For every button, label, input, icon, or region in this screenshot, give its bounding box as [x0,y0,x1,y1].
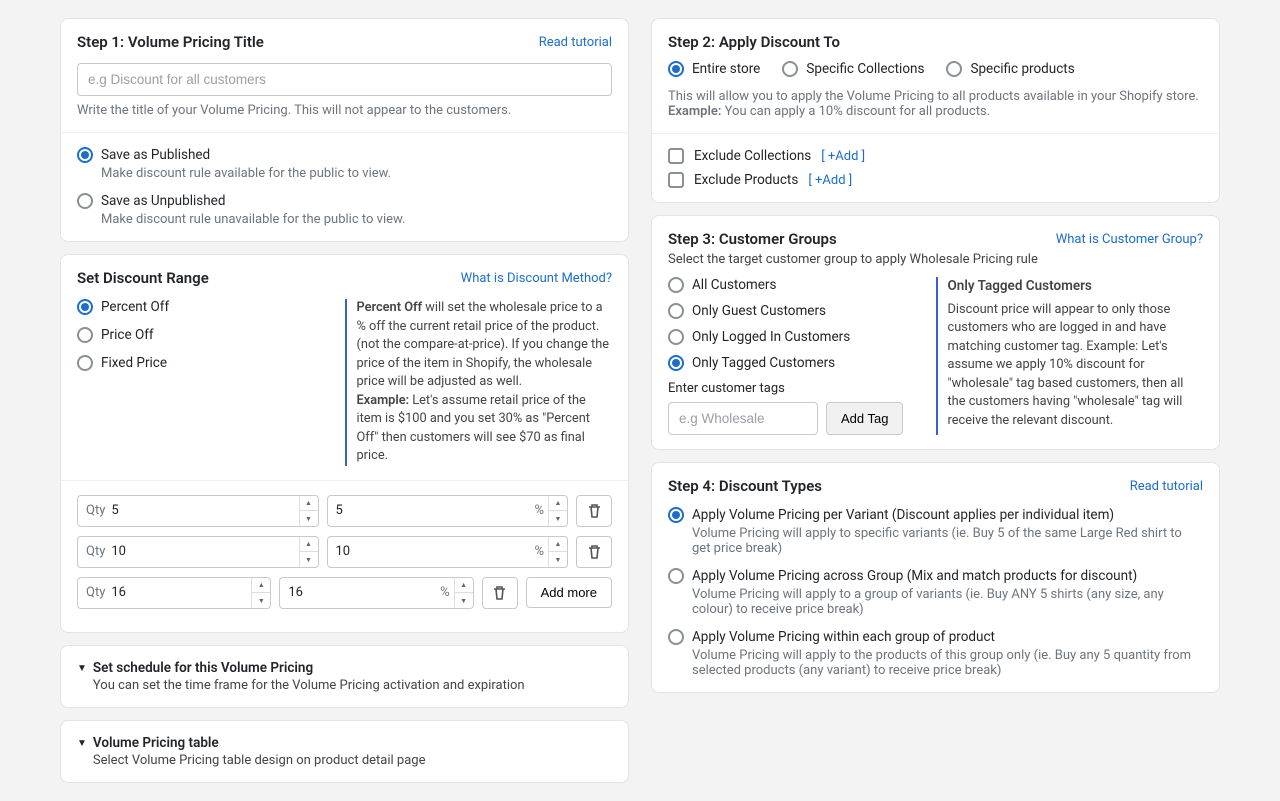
qty-input[interactable]: Qty5▲▼ [77,495,319,527]
step2-card: Step 2: Apply Discount To Entire store S… [651,18,1220,203]
tagged-customers-callout: Only Tagged Customers Discount price wil… [936,277,1204,435]
discount-range-title: Set Discount Range [77,269,209,287]
add-product-link[interactable]: [ +Add ] [808,173,852,188]
logged-in-customers-radio[interactable]: Only Logged In Customers [668,329,924,345]
delete-row-button[interactable] [576,536,612,568]
entire-store-radio[interactable]: Entire store [668,61,760,77]
caret-down-icon: ▼ [77,663,87,674]
radio-icon [668,329,684,345]
radio-icon [77,193,93,209]
delete-row-button[interactable] [482,577,518,609]
qty-row: Qty5▲▼ 5%▲▼ [77,495,612,527]
save-published-radio[interactable]: Save as Published [77,147,612,163]
add-collection-link[interactable]: [ +Add ] [821,149,865,164]
radio-icon [668,303,684,319]
spinner-icon[interactable]: ▲▼ [299,537,318,567]
step4-card: Step 4: Discount Types Read tutorial App… [651,462,1220,693]
volume-pricing-title-input[interactable] [77,63,612,96]
read-tutorial-link[interactable]: Read tutorial [539,35,612,50]
fixed-price-radio[interactable]: Fixed Price [77,355,333,371]
qty-row: Qty10▲▼ 10%▲▼ [77,536,612,568]
add-more-button[interactable]: Add more [526,577,612,608]
discount-method-link[interactable]: What is Discount Method? [461,271,612,286]
specific-products-radio[interactable]: Specific products [946,61,1074,77]
step1-title: Step 1: Volume Pricing Title [77,33,264,51]
exclude-products-checkbox[interactable] [668,172,684,188]
schedule-accordion[interactable]: ▼ Set schedule for this Volume Pricing Y… [60,645,629,708]
tag-label: Enter customer tags [668,381,924,396]
spinner-icon[interactable]: ▲▼ [299,496,318,526]
delete-row-button[interactable] [576,495,612,527]
radio-icon [668,507,684,523]
value-input[interactable]: 5%▲▼ [327,495,569,527]
step3-card: Step 3: Customer Groups What is Customer… [651,215,1220,450]
qty-input[interactable]: Qty16▲▼ [77,577,271,609]
step1-card: Step 1: Volume Pricing Title Read tutori… [60,18,629,242]
step2-title: Step 2: Apply Discount To [668,33,1203,51]
step1-help: Write the title of your Volume Pricing. … [77,103,612,118]
specific-collections-radio[interactable]: Specific Collections [782,61,924,77]
all-customers-radio[interactable]: All Customers [668,277,924,293]
trash-icon [587,503,602,518]
value-input[interactable]: 16%▲▼ [279,577,473,609]
value-input[interactable]: 10%▲▼ [327,536,569,568]
trash-icon [587,544,602,559]
percent-off-radio[interactable]: Percent Off [77,299,333,315]
radio-icon [782,61,798,77]
radio-icon [668,629,684,645]
radio-icon [77,355,93,371]
save-published-label: Save as Published [101,147,210,163]
radio-icon [946,61,962,77]
customer-group-link[interactable]: What is Customer Group? [1056,232,1203,247]
pricing-table-title: Volume Pricing table [93,735,426,751]
qty-row: Qty16▲▼ 16%▲▼ Add more [77,577,612,609]
pricing-table-accordion[interactable]: ▼ Volume Pricing table Select Volume Pri… [60,720,629,783]
customer-tag-input[interactable] [668,402,818,435]
across-group-radio[interactable]: Apply Volume Pricing across Group (Mix a… [668,568,1203,584]
exclude-collections-checkbox[interactable] [668,148,684,164]
radio-icon [77,299,93,315]
radio-icon [668,61,684,77]
caret-down-icon: ▼ [77,738,87,749]
spinner-icon[interactable]: ▲▼ [251,578,270,608]
step3-title: Step 3: Customer Groups [668,230,837,248]
save-unpublished-label: Save as Unpublished [101,193,225,209]
tagged-customers-radio[interactable]: Only Tagged Customers [668,355,924,371]
price-off-radio[interactable]: Price Off [77,327,333,343]
percent-off-callout: Percent Off will set the wholesale price… [345,299,613,466]
read-tutorial-link[interactable]: Read tutorial [1130,479,1203,494]
within-group-radio[interactable]: Apply Volume Pricing within each group o… [668,629,1203,645]
radio-icon [668,277,684,293]
schedule-title: Set schedule for this Volume Pricing [93,660,525,676]
discount-range-card: Set Discount Range What is Discount Meth… [60,254,629,633]
radio-icon [668,355,684,371]
step4-title: Step 4: Discount Types [668,477,822,495]
guest-customers-radio[interactable]: Only Guest Customers [668,303,924,319]
spinner-icon[interactable]: ▲▼ [454,578,473,608]
per-variant-radio[interactable]: Apply Volume Pricing per Variant (Discou… [668,507,1203,523]
radio-icon [668,568,684,584]
qty-input[interactable]: Qty10▲▼ [77,536,319,568]
trash-icon [492,585,507,600]
spinner-icon[interactable]: ▲▼ [548,537,567,567]
add-tag-button[interactable]: Add Tag [826,402,903,435]
save-unpublished-radio[interactable]: Save as Unpublished [77,193,612,209]
radio-icon [77,147,93,163]
spinner-icon[interactable]: ▲▼ [548,496,567,526]
radio-icon [77,327,93,343]
